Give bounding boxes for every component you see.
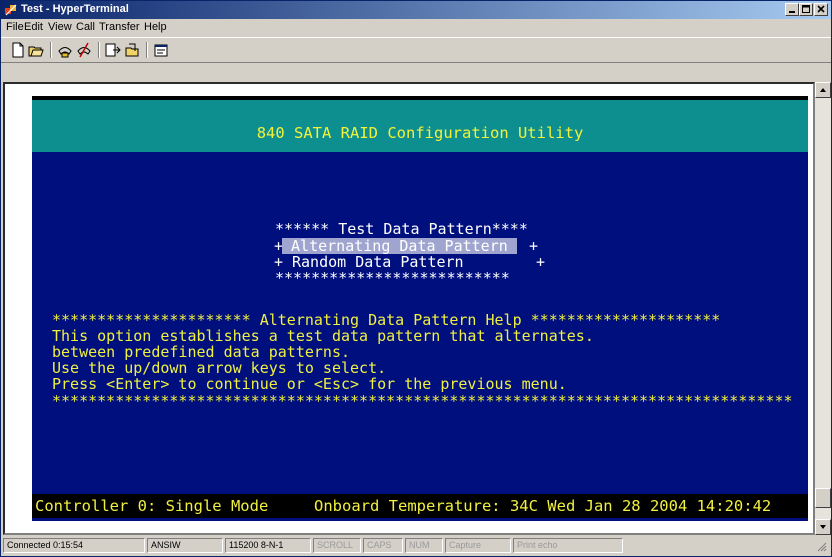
help-border: ****************************************… <box>52 392 793 410</box>
close-button[interactable] <box>814 3 828 16</box>
utility-header-band: 840 SATA RAID Configuration Utility <box>32 100 808 152</box>
open-icon[interactable] <box>28 42 44 58</box>
send-icon[interactable] <box>105 42 121 58</box>
help-line: Use the up/down arrow keys to select. <box>52 359 387 377</box>
menu-option-random[interactable]: Random Data Pattern <box>292 254 464 270</box>
menu-bullet: + <box>529 237 539 255</box>
help-title-line: ********************** Alternating Data … <box>52 311 721 329</box>
toolbar-separator <box>98 42 100 58</box>
maximize-button[interactable] <box>799 3 813 16</box>
status-port-settings: 115200 8-N-1 <box>225 538 311 553</box>
utility-title: 840 SATA RAID Configuration Utility <box>256 124 584 142</box>
resize-grip-icon[interactable] <box>815 540 827 552</box>
status-emulation: ANSIW <box>147 538 223 553</box>
properties-icon[interactable] <box>153 42 169 58</box>
title-bar[interactable]: Test - HyperTerminal <box>1 1 831 19</box>
controller-status-line: Controller 0: Single Mode Onboard Temper… <box>32 494 808 518</box>
menu-bullet: + <box>274 253 284 271</box>
onboard-temperature-datetime: Onboard Temperature: 34C Wed Jan 28 2004… <box>314 497 772 515</box>
status-connected-time: Connected 0:15:54 <box>3 538 145 553</box>
status-capture: Capture <box>445 538 511 553</box>
status-num: NUM <box>405 538 443 553</box>
minimize-icon <box>789 11 795 13</box>
help-line: between predefined data patterns. <box>52 343 351 361</box>
disconnect-icon[interactable] <box>76 42 92 58</box>
scroll-down-button[interactable] <box>815 519 831 535</box>
menu-bar: File Edit View Call Transfer Help <box>1 19 831 36</box>
menu-bullet: + <box>536 253 546 271</box>
status-print-echo: Print echo <box>513 538 623 553</box>
toolbar-separator <box>146 42 148 58</box>
hyperterminal-app-icon <box>5 4 17 16</box>
minimize-button[interactable] <box>785 3 799 16</box>
status-bar: Connected 0:15:54 ANSIW 115200 8-N-1 SCR… <box>3 537 829 555</box>
hyperterminal-window: Test - HyperTerminal File Edit View Call… <box>0 0 832 557</box>
help-line: Press <Enter> to continue or <Esc> for t… <box>52 375 567 393</box>
receive-icon[interactable] <box>124 42 140 58</box>
menu-view[interactable]: View <box>48 21 72 33</box>
status-caps: CAPS <box>363 538 403 553</box>
window-title: Test - HyperTerminal <box>21 3 129 15</box>
arrow-up-icon <box>820 88 826 92</box>
close-icon <box>817 5 825 13</box>
menu-edit[interactable]: Edit <box>24 21 43 33</box>
menu-box-border: ************************** <box>275 269 510 287</box>
toolbar-separator <box>50 42 52 58</box>
menu-call[interactable]: Call <box>76 21 95 33</box>
controller-mode: Controller 0: Single Mode <box>35 497 269 515</box>
menu-option-alternating[interactable]: Alternating Data Pattern <box>282 238 517 254</box>
scroll-up-button[interactable] <box>815 82 831 98</box>
new-icon[interactable] <box>10 42 26 58</box>
arrow-down-icon <box>820 525 826 529</box>
status-scroll: SCROLL <box>313 538 361 553</box>
terminal-screen[interactable]: 840 SATA RAID Configuration Utility ****… <box>32 96 808 521</box>
menu-file[interactable]: File <box>6 21 24 33</box>
vertical-scrollbar[interactable] <box>815 82 831 535</box>
menu-help[interactable]: Help <box>144 21 167 33</box>
menu-transfer[interactable]: Transfer <box>99 21 140 33</box>
scroll-thumb[interactable] <box>815 488 831 508</box>
toolbar <box>1 37 831 63</box>
menu-box-title: ****** Test Data Pattern**** <box>275 220 528 238</box>
connect-icon[interactable] <box>57 42 73 58</box>
maximize-icon <box>802 5 810 13</box>
help-line: This option establishes a test data patt… <box>52 327 594 345</box>
